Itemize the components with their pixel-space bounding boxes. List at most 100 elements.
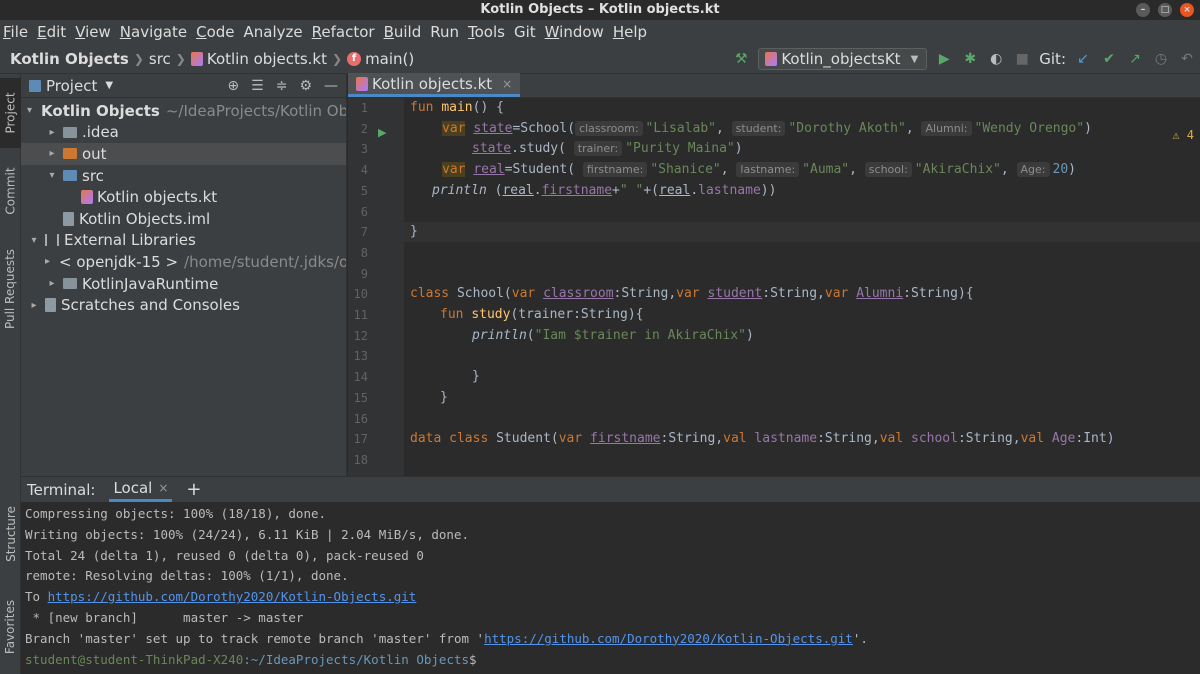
minimize-icon[interactable]: – xyxy=(1136,3,1150,17)
tree-item-path: ~/IdeaProjects/Kotlin Obje xyxy=(165,101,346,120)
gear-icon[interactable]: ⚙ xyxy=(299,78,312,94)
chevron-right-icon[interactable]: ▸ xyxy=(27,300,41,311)
chevron-right-icon[interactable]: ▸ xyxy=(45,256,50,267)
kotlin-file-icon xyxy=(356,76,368,91)
menu-item-git[interactable]: Git xyxy=(514,23,542,41)
new-terminal-plus-icon[interactable]: + xyxy=(186,479,201,500)
run-gutter-icon[interactable]: ▶ xyxy=(378,126,386,139)
terminal-tab-label: Local xyxy=(113,479,153,497)
breadcrumb-src[interactable]: src xyxy=(149,50,171,68)
tree-item-label: src xyxy=(82,166,104,185)
code-line-4: var real=Student( firstname: "Shanice", l… xyxy=(442,162,1076,178)
tree-item[interactable]: ▸ Scratches and Consoles xyxy=(21,294,346,316)
tree-item-label: Kotlin Objects.iml xyxy=(79,209,211,228)
chevron-right-icon[interactable]: ▸ xyxy=(45,127,59,138)
tab-favorites[interactable]: Favorites xyxy=(0,584,21,670)
run-icon[interactable]: ▶ xyxy=(935,50,953,68)
tree-item[interactable]: ▸ < openjdk-15 > /home/student/.jdks/op xyxy=(21,251,346,273)
hammer-build-icon[interactable]: ⚒ xyxy=(732,50,750,68)
run-configuration-select[interactable]: Kotlin_objectsKt ▼ xyxy=(758,48,928,70)
editor-tab-bar: Kotlin objects.kt × xyxy=(348,73,1200,98)
expand-all-icon[interactable]: ☰ xyxy=(251,78,264,94)
maximize-icon[interactable]: □ xyxy=(1158,3,1172,17)
chevron-down-icon[interactable]: ▼ xyxy=(105,80,113,91)
coverage-icon[interactable]: ◐ xyxy=(987,50,1005,68)
editor-gutter: ▶ 1 2 3 4 5 6 7 8 9 10 11 12 13 14 15 16 17 18 xyxy=(348,98,404,476)
menu-item-run[interactable]: Run xyxy=(430,23,465,41)
rollback-icon[interactable]: ↶ xyxy=(1178,50,1196,68)
line-number: 4 xyxy=(360,163,368,178)
code-line-3: state.study( trainer: "Purity Maina") xyxy=(472,141,743,157)
debug-bug-icon[interactable]: ✱ xyxy=(961,50,979,68)
menu-item-help[interactable]: Help xyxy=(613,23,653,41)
git-label: Git: xyxy=(1039,50,1066,68)
menu-item-refactor[interactable]: Refactor xyxy=(312,23,381,41)
close-tab-icon[interactable]: × xyxy=(502,77,512,91)
tree-item[interactable]: ▸ KotlinJavaRuntime xyxy=(21,273,346,295)
menu-item-code[interactable]: Code xyxy=(196,23,240,41)
menu-item-file[interactable]: File xyxy=(3,23,34,41)
chevron-down-icon[interactable]: ▾ xyxy=(45,170,59,181)
menu-item-navigate[interactable]: Navigate xyxy=(120,23,193,41)
tree-item[interactable]: ▾ Kotlin Objects ~/IdeaProjects/Kotlin Obj… xyxy=(21,100,346,122)
warning-indicator[interactable]: ⚠ 4 xyxy=(1172,128,1194,142)
menu-item-build[interactable]: Build xyxy=(384,23,428,41)
code-line-10: class School(var classroom:String,var st… xyxy=(410,286,974,302)
git-commit-icon[interactable]: ✔ xyxy=(1100,50,1118,68)
terminal-prompt[interactable]: student@student-ThinkPad-X240:~/IdeaProj… xyxy=(25,650,1196,671)
function-icon: f xyxy=(347,51,362,66)
breadcrumb-function[interactable]: f main() xyxy=(347,50,414,68)
line-number: 11 xyxy=(353,308,368,322)
collapse-all-icon[interactable]: ≑ xyxy=(276,78,288,94)
terminal-line: Writing objects: 100% (24/24), 6.11 KiB … xyxy=(25,526,470,542)
menu-item-window[interactable]: Window xyxy=(545,23,610,41)
tab-pull-requests[interactable]: Pull Requests xyxy=(0,234,21,344)
tab-commit[interactable]: Commit xyxy=(0,158,21,224)
chevron-down-icon[interactable]: ▾ xyxy=(27,105,32,116)
terminal-title: Terminal: xyxy=(27,480,96,499)
git-update-icon[interactable]: ↙ xyxy=(1074,50,1092,68)
tree-item[interactable]: Kotlin objects.kt xyxy=(21,186,346,208)
folder-icon xyxy=(63,278,77,290)
repo-link[interactable]: https://github.com/Dorothy2020/Kotlin-Ob… xyxy=(484,631,853,646)
close-icon[interactable]: × xyxy=(1180,3,1194,17)
breadcrumb-file[interactable]: Kotlin objects.kt xyxy=(190,50,327,68)
tree-item[interactable]: Kotlin Objects.iml xyxy=(21,208,346,230)
menu-item-tools[interactable]: Tools xyxy=(468,23,511,41)
chevron-right-icon[interactable]: ▸ xyxy=(45,278,59,289)
tree-item[interactable]: ▸ .idea xyxy=(21,122,346,144)
stop-icon[interactable]: ■ xyxy=(1013,50,1031,68)
window-titlebar: Kotlin Objects – Kotlin objects.kt – □ × xyxy=(0,0,1200,20)
terminal-output[interactable]: Compressing objects: 100% (18/18), done.… xyxy=(21,502,1200,672)
breadcrumb-project[interactable]: Kotlin Objects xyxy=(10,50,129,68)
tab-structure[interactable]: Structure xyxy=(0,494,21,574)
kotlin-file-icon xyxy=(190,51,203,66)
tab-kotlin-objects-kt[interactable]: Kotlin objects.kt × xyxy=(348,73,521,97)
repo-link[interactable]: https://github.com/Dorothy2020/Kotlin-Ob… xyxy=(48,589,417,604)
code-editor[interactable]: ⚠ 4 fun main() { var state=School(classr… xyxy=(404,98,1200,476)
hide-icon[interactable]: — xyxy=(324,78,338,94)
project-folder-icon xyxy=(29,79,41,92)
tree-item[interactable]: ▸ out xyxy=(21,143,346,165)
chevron-right-icon[interactable]: ▸ xyxy=(45,148,59,159)
file-icon xyxy=(45,298,56,313)
tree-item[interactable]: ▾ src xyxy=(21,165,346,187)
menu-item-edit[interactable]: Edit xyxy=(37,23,72,41)
locate-icon[interactable]: ⊕ xyxy=(227,78,239,94)
chevron-down-icon[interactable]: ▾ xyxy=(27,235,41,246)
history-icon[interactable]: ◷ xyxy=(1152,50,1170,68)
menu-item-analyze[interactable]: Analyze xyxy=(244,23,309,41)
close-tab-icon[interactable]: × xyxy=(158,481,168,495)
line-number: 14 xyxy=(353,370,368,385)
chevron-down-icon: ▼ xyxy=(910,53,919,65)
project-view-selector[interactable]: Project xyxy=(46,77,97,95)
menu-item-view[interactable]: View xyxy=(75,23,117,41)
tab-project[interactable]: Project xyxy=(0,78,21,148)
tab-terminal-local[interactable]: Local × xyxy=(109,477,173,502)
git-push-icon[interactable]: ↗ xyxy=(1126,50,1144,68)
code-line-15: } xyxy=(440,389,448,405)
editor-area: Kotlin objects.kt × ▶ 1 2 3 4 5 6 7 8 9 10 11 12 13 1… xyxy=(348,73,1200,476)
line-number: 15 xyxy=(353,390,368,405)
tree-item[interactable]: ▾ External Libraries xyxy=(21,230,346,252)
folder-icon xyxy=(63,148,77,160)
